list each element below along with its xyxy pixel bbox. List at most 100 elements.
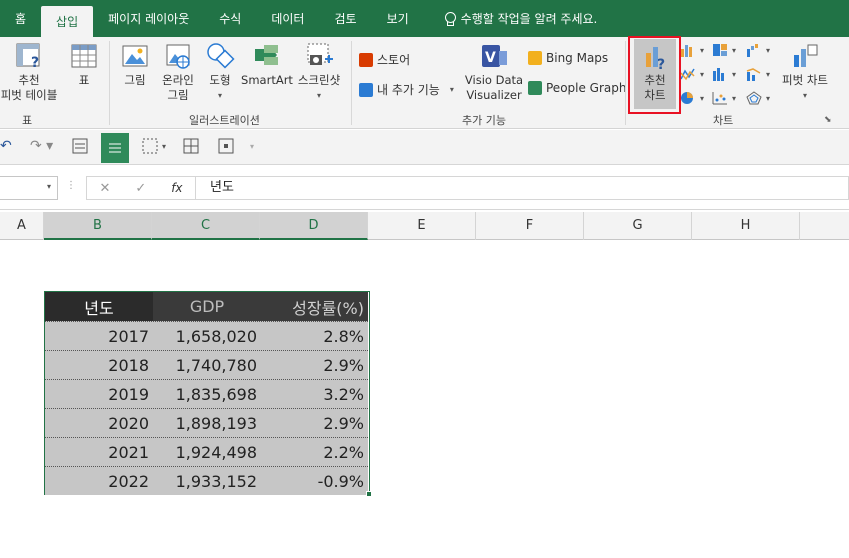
cell-gdp[interactable]: 1,898,193 <box>153 409 261 437</box>
pivot-table-icon: ? <box>16 43 40 71</box>
tab-review[interactable]: 검토 <box>319 0 371 37</box>
column-header-b[interactable]: B <box>44 212 152 240</box>
name-box[interactable]: ▾ <box>0 176 58 200</box>
column-header-f[interactable]: F <box>476 212 584 240</box>
waterfall-chart-button[interactable]: ▾ <box>746 43 770 57</box>
border-icon[interactable] <box>142 138 158 156</box>
waterfall-chart-dropdown-icon: ▾ <box>766 45 771 55</box>
fill-handle[interactable] <box>366 491 372 497</box>
visio-icon: V <box>482 45 507 67</box>
chart-dialog-launcher-icon[interactable]: ⬊ <box>824 115 832 125</box>
cell-gdp[interactable]: 1,924,498 <box>153 438 261 466</box>
addins-icon <box>359 82 373 97</box>
tab-page-layout[interactable]: 페이지 레이아웃 <box>93 0 204 37</box>
customize-toolbar-icon[interactable]: ▾ <box>250 142 254 160</box>
column-header-h[interactable]: H <box>692 212 800 240</box>
tab-data[interactable]: 데이터 <box>256 0 319 37</box>
name-box-dropdown-icon[interactable]: ▾ <box>47 182 51 191</box>
cell-year[interactable]: 2022 <box>45 467 153 495</box>
cell-growth[interactable]: 2.9% <box>261 409 368 437</box>
line-chart-button[interactable]: ▾ <box>680 67 704 81</box>
visio-data-visualizer-button[interactable]: V Visio Data Visualizer <box>462 41 526 103</box>
align-icon[interactable] <box>72 138 88 156</box>
insert-function-button[interactable]: fx <box>171 181 182 195</box>
pivot-chart-button[interactable]: 피벗 차트 ▾ <box>776 41 834 103</box>
screenshot-button[interactable]: 스크린샷 ▾ <box>294 41 344 103</box>
header-year[interactable]: 년도 <box>45 292 153 321</box>
cell-year[interactable]: 2020 <box>45 409 153 437</box>
group-divider <box>109 41 110 125</box>
cell-year[interactable]: 2017 <box>45 322 153 350</box>
line-chart-icon <box>680 68 695 81</box>
pivot-chart-label: 피벗 차트 <box>782 73 828 87</box>
store-button[interactable]: 스토어 <box>359 51 410 68</box>
tell-me-label: 수행할 작업을 알려 주세요. <box>460 12 598 26</box>
hierarchy-chart-button[interactable]: ▾ <box>712 43 736 57</box>
center-align-button[interactable] <box>101 133 129 163</box>
picture-button[interactable]: 그림 <box>117 41 153 88</box>
column-chart-icon <box>681 45 692 57</box>
cell-gdp[interactable]: 1,835,698 <box>153 380 261 408</box>
tab-view[interactable]: 보기 <box>372 0 424 37</box>
cell-gdp[interactable]: 1,933,152 <box>153 467 261 495</box>
tab-formulas[interactable]: 수식 <box>204 0 256 37</box>
enter-icon[interactable]: ✓ <box>135 181 146 196</box>
cell-year[interactable]: 2019 <box>45 380 153 408</box>
pie-chart-button[interactable]: ▾ <box>680 91 704 105</box>
cell-growth[interactable]: 2.8% <box>261 322 368 350</box>
online-picture-button[interactable]: 온라인 그림 <box>157 41 199 103</box>
people-graph-button[interactable]: People Graph <box>528 81 627 95</box>
undo-icon[interactable]: ↶ <box>0 138 12 156</box>
smartart-button[interactable]: SmartArt <box>240 41 294 88</box>
cell-growth[interactable]: -0.9% <box>261 467 368 495</box>
column-header-a[interactable]: A <box>0 212 44 240</box>
shapes-button[interactable]: 도형 ▾ <box>202 41 238 103</box>
data-table[interactable]: 년도 GDP 성장률(%) 2017 1,658,020 2.8% 2018 1… <box>44 291 370 495</box>
combo-chart-icon <box>746 68 761 81</box>
scatter-chart-button[interactable]: ▾ <box>712 91 736 105</box>
formula-input[interactable]: 년도 <box>196 176 849 200</box>
tab-home[interactable]: 홈 <box>0 0 41 37</box>
outside-border-icon[interactable] <box>218 138 234 156</box>
column-header-g[interactable]: G <box>584 212 692 240</box>
screenshot-icon <box>307 43 333 65</box>
tell-me-search[interactable]: 수행할 작업을 알려 주세요. <box>424 0 598 37</box>
header-gdp[interactable]: GDP <box>153 292 261 321</box>
radar-chart-dropdown-icon: ▾ <box>766 93 771 103</box>
line-chart-dropdown-icon: ▾ <box>700 69 705 79</box>
radar-chart-button[interactable]: ▾ <box>746 91 770 105</box>
hierarchy-chart-dropdown-icon: ▾ <box>732 45 737 55</box>
group-label-addins: 추가 기능 <box>462 114 506 127</box>
header-growth[interactable]: 성장률(%) <box>261 292 368 321</box>
cell-growth[interactable]: 2.9% <box>261 351 368 379</box>
column-chart-button[interactable]: ▾ <box>680 43 704 57</box>
column-header-d[interactable]: D <box>260 212 368 240</box>
recommended-pivot-table-button[interactable]: ? 추천 피벗 테이블 <box>0 41 58 103</box>
table-row: 2019 1,835,698 3.2% <box>45 379 368 408</box>
drag-handle-icon[interactable]: ⋮ <box>66 180 76 191</box>
column-header-e[interactable]: E <box>368 212 476 240</box>
hierarchy-chart-icon <box>713 44 727 56</box>
cancel-icon[interactable]: ✕ <box>99 181 110 196</box>
shapes-dropdown-icon: ▾ <box>217 91 222 100</box>
bing-maps-button[interactable]: Bing Maps <box>528 51 608 65</box>
combo-chart-button[interactable]: ▾ <box>746 67 770 81</box>
border-dropdown-icon[interactable]: ▾ <box>162 142 166 160</box>
cell-gdp[interactable]: 1,740,780 <box>153 351 261 379</box>
my-addins-button[interactable]: 내 추가 기능 ▾ <box>359 81 454 98</box>
table-button[interactable]: 표 <box>66 41 102 88</box>
statistic-chart-button[interactable]: ▾ <box>712 67 736 81</box>
tab-insert[interactable]: 삽입 <box>41 6 94 37</box>
cell-year[interactable]: 2021 <box>45 438 153 466</box>
cell-year[interactable]: 2018 <box>45 351 153 379</box>
cell-growth[interactable]: 3.2% <box>261 380 368 408</box>
screenshot-dropdown-icon: ▾ <box>316 91 321 100</box>
cell-growth[interactable]: 2.2% <box>261 438 368 466</box>
my-addins-dropdown-icon: ▾ <box>449 85 454 94</box>
column-header-c[interactable]: C <box>152 212 260 240</box>
all-borders-icon[interactable] <box>183 138 199 156</box>
pivot-label-2: 피벗 테이블 <box>0 88 58 102</box>
redo-icon[interactable]: ↷ ▾ <box>30 138 58 156</box>
table-row: 2017 1,658,020 2.8% <box>45 321 368 350</box>
cell-gdp[interactable]: 1,658,020 <box>153 322 261 350</box>
